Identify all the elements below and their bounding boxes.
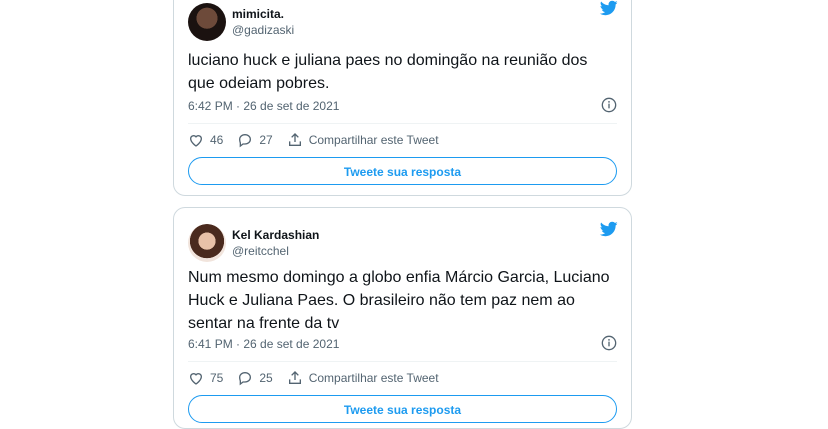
share-icon	[288, 133, 301, 146]
author-handle[interactable]: @gadizaski	[232, 23, 294, 37]
share-icon	[288, 371, 301, 384]
action-bar: 75 25 Compartilhar este Tweet	[188, 368, 617, 388]
share-label: Compartilhar este Tweet	[308, 133, 439, 147]
tweet-text: Num mesmo domingo a globo enfia Márcio G…	[188, 269, 610, 332]
author-name[interactable]: mimicita.	[232, 7, 284, 21]
share-label: Compartilhar este Tweet	[308, 371, 439, 385]
tweet-text: luciano huck e juliana paes no domingão …	[188, 52, 588, 92]
tweet-timestamp[interactable]: 6:41 PM · 26 de set de 2021	[188, 337, 339, 351]
like-button[interactable]: 46	[188, 132, 223, 148]
tweet-card[interactable]: Kel Kardashian @reitcchel Num mesmo domi…	[173, 207, 632, 429]
avatar[interactable]	[188, 3, 226, 41]
reply-count: 25	[259, 371, 273, 385]
share-button[interactable]: Compartilhar este Tweet	[287, 370, 439, 386]
author-name[interactable]: Kel Kardashian	[232, 228, 319, 242]
reply-input-button[interactable]: Tweete sua resposta	[188, 157, 617, 185]
heart-icon	[189, 135, 203, 147]
divider	[188, 123, 617, 124]
heart-icon	[189, 373, 203, 385]
info-icon[interactable]	[601, 97, 617, 113]
tweet-timestamp[interactable]: 6:42 PM · 26 de set de 2021	[188, 99, 339, 113]
author-handle[interactable]: @reitcchel	[232, 244, 289, 258]
reply-button[interactable]: 27	[237, 132, 273, 148]
info-icon[interactable]	[601, 335, 617, 351]
twitter-bird-icon[interactable]	[599, 220, 619, 238]
tweet-card[interactable]: mimicita. @gadizaski luciano huck e juli…	[173, 0, 632, 196]
share-button[interactable]: Compartilhar este Tweet	[287, 132, 439, 148]
action-bar: 46 27 Compartilhar este Tweet	[188, 130, 617, 150]
like-button[interactable]: 75	[188, 370, 223, 386]
reply-icon	[239, 133, 252, 148]
reply-icon	[239, 371, 252, 386]
divider	[188, 361, 617, 362]
like-count: 75	[210, 371, 224, 385]
reply-input-button[interactable]: Tweete sua resposta	[188, 395, 617, 423]
reply-button[interactable]: 25	[237, 370, 273, 386]
avatar[interactable]	[188, 224, 226, 262]
reply-count: 27	[259, 133, 273, 147]
like-count: 46	[210, 133, 224, 147]
twitter-bird-icon[interactable]	[599, 0, 619, 17]
